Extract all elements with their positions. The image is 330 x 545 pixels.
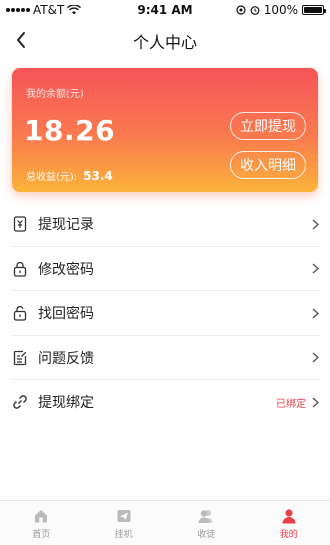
tab-label: 收徒 <box>197 529 216 540</box>
tab-apprentice[interactable]: 收徒 <box>165 501 248 545</box>
send-icon <box>115 507 133 525</box>
menu-item-label: 提现绑定 <box>38 395 94 412</box>
users-icon <box>197 507 215 525</box>
user-icon <box>280 507 298 525</box>
battery-percent: 100% <box>263 3 298 17</box>
income-detail-button[interactable]: 收入明细 <box>230 151 306 179</box>
withdraw-record-icon <box>12 216 28 232</box>
balance-label: 我的余额(元) <box>26 89 84 100</box>
chevron-right-icon <box>310 218 320 230</box>
menu-item-change-password[interactable]: 修改密码 <box>0 247 330 292</box>
location-icon <box>236 5 246 15</box>
menu-item-label: 问题反馈 <box>38 350 94 367</box>
tab-label: 首页 <box>32 529 51 540</box>
menu-item-withdraw-record[interactable]: 提现记录 <box>0 202 330 247</box>
page-title: 个人中心 <box>132 33 197 52</box>
battery-icon <box>302 5 326 15</box>
nav-bar: 个人中心 <box>0 20 330 60</box>
status-bar: AT&T 9:41 AM 100% <box>0 0 330 20</box>
balance-card: 我的余额(元) 18.26 总收益(元): 53.4 立即提现 收入明细 <box>12 68 318 192</box>
tab-hangup[interactable]: 挂机 <box>83 501 166 545</box>
lock-icon <box>12 261 28 277</box>
tab-label: 挂机 <box>114 529 133 540</box>
tab-label: 我的 <box>279 529 298 540</box>
status-right: 100% <box>236 3 326 17</box>
unlock-icon <box>12 305 28 321</box>
balance-amount: 18.26 <box>24 114 116 147</box>
total-earnings-label: 总收益(元): <box>26 172 78 183</box>
menu-item-feedback[interactable]: 问题反馈 <box>0 336 330 381</box>
withdraw-button[interactable]: 立即提现 <box>230 112 306 140</box>
tab-bar: 首页 挂机 收徒 我的 <box>0 500 330 545</box>
tab-home[interactable]: 首页 <box>0 501 83 545</box>
total-earnings: 总收益(元): 53.4 <box>26 168 113 183</box>
feedback-icon <box>12 350 28 366</box>
binding-status: 已绑定 <box>276 398 306 410</box>
alarm-icon <box>250 6 260 15</box>
menu-item-label: 找回密码 <box>38 306 94 323</box>
total-earnings-value: 53.4 <box>83 169 113 183</box>
menu-item-recover-password[interactable]: 找回密码 <box>0 291 330 336</box>
home-icon <box>32 507 50 525</box>
menu-item-label: 修改密码 <box>38 261 94 278</box>
chevron-right-icon <box>310 352 320 364</box>
chevron-right-icon <box>310 263 320 275</box>
chevron-right-icon <box>310 307 320 319</box>
settings-menu: 提现记录 修改密码 找回密码 问题反馈 提现绑定 已绑定 <box>0 202 330 425</box>
link-icon <box>12 394 28 410</box>
menu-item-label: 提现记录 <box>38 217 94 234</box>
tab-mine[interactable]: 我的 <box>248 501 330 545</box>
chevron-right-icon <box>310 396 320 408</box>
menu-item-withdraw-binding[interactable]: 提现绑定 已绑定 <box>0 380 330 425</box>
